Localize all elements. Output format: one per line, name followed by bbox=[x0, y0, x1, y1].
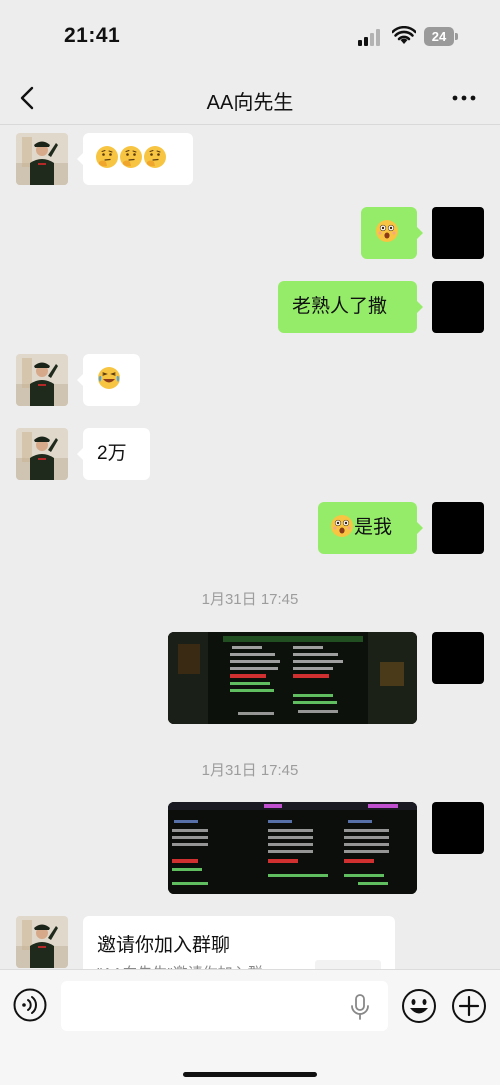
rolling-laughing-icon bbox=[97, 366, 121, 390]
message-bubble-outgoing[interactable] bbox=[361, 207, 423, 259]
plus-icon[interactable] bbox=[451, 988, 487, 1024]
astonished-face-icon bbox=[375, 219, 399, 243]
message-text: 是我 bbox=[354, 517, 393, 538]
cellular-signal-icon bbox=[358, 29, 384, 46]
microphone-icon[interactable] bbox=[349, 994, 371, 1020]
chat-title: AA向先生 bbox=[206, 92, 294, 114]
contact-avatar[interactable] bbox=[16, 916, 68, 968]
smiley-icon[interactable] bbox=[401, 988, 437, 1024]
message-bubble-outgoing[interactable]: 是我 bbox=[318, 502, 423, 554]
my-avatar[interactable] bbox=[432, 632, 484, 684]
image-message[interactable] bbox=[168, 802, 417, 894]
my-avatar[interactable] bbox=[432, 281, 484, 333]
contact-avatar[interactable] bbox=[16, 354, 68, 406]
more-dots-icon[interactable] bbox=[450, 84, 478, 112]
input-bar bbox=[0, 969, 500, 1085]
astonished-face-icon bbox=[330, 514, 354, 538]
my-avatar[interactable] bbox=[432, 207, 484, 259]
status-bar: 21:41 24 bbox=[0, 0, 500, 72]
message-bubble-outgoing[interactable]: 老熟人了撒 bbox=[278, 281, 423, 333]
contact-avatar[interactable] bbox=[16, 133, 68, 185]
home-indicator bbox=[183, 1072, 317, 1077]
message-bubble-incoming[interactable]: 2万 bbox=[77, 428, 150, 480]
message-timestamp: 1月31日 17:45 bbox=[201, 762, 299, 779]
message-timestamp: 1月31日 17:45 bbox=[201, 591, 299, 608]
contact-avatar[interactable] bbox=[16, 428, 68, 480]
thinking-face-icon bbox=[119, 145, 143, 169]
game-screenshot-image bbox=[168, 632, 417, 724]
thinking-face-icon bbox=[143, 145, 167, 169]
my-avatar[interactable] bbox=[432, 802, 484, 854]
battery-icon: 24 bbox=[424, 27, 458, 46]
thinking-face-icon bbox=[95, 145, 119, 169]
message-bubble-incoming[interactable] bbox=[77, 354, 140, 406]
wifi-icon bbox=[392, 26, 416, 44]
status-time: 21:41 bbox=[64, 24, 121, 47]
image-message[interactable] bbox=[168, 632, 417, 724]
my-avatar[interactable] bbox=[432, 502, 484, 554]
message-text: 老熟人了撒 bbox=[292, 296, 388, 317]
message-text: 2万 bbox=[97, 443, 127, 464]
invite-title: 邀请你加入群聊 bbox=[97, 935, 231, 956]
game-screenshot-image bbox=[168, 802, 417, 894]
voice-icon[interactable] bbox=[13, 988, 47, 1022]
chat-header: AA向先生 bbox=[0, 72, 500, 125]
message-input[interactable] bbox=[61, 981, 388, 1031]
message-bubble-incoming[interactable] bbox=[77, 133, 193, 185]
